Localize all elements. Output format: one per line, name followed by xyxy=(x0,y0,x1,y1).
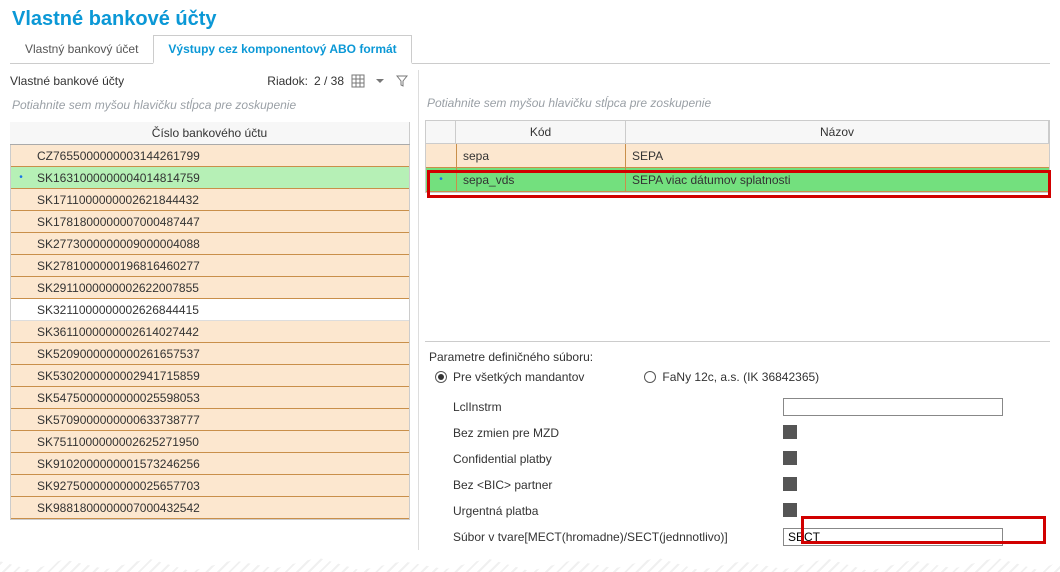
param-field: Bez zmien pre MZD xyxy=(429,420,1046,446)
table-row[interactable]: SK1711000000002621844432 xyxy=(11,189,409,211)
torn-edge xyxy=(0,554,1060,572)
table-row[interactable]: •SK1631000000004014814759 xyxy=(11,167,409,189)
left-panel-title: Vlastné bankové účty xyxy=(10,74,124,88)
param-field: Confidential platby xyxy=(429,446,1046,472)
grid-options-icon[interactable] xyxy=(350,73,366,89)
account-number-cell: SK1781800000007000487447 xyxy=(31,215,409,229)
account-number-cell: SK7511000000002625271950 xyxy=(31,435,409,449)
table-row[interactable]: SK9275000000000025657703 xyxy=(11,475,409,497)
param-field: Bez <BIC> partner xyxy=(429,472,1046,498)
field-label: LclInstrm xyxy=(453,400,783,414)
account-number-cell: SK9881800000007000432542 xyxy=(31,501,409,515)
page-title: Vlastné bankové účty xyxy=(12,8,1050,31)
param-field: LclInstrm xyxy=(429,394,1046,420)
nazov-cell: SEPA xyxy=(626,144,1049,167)
account-number-cell: SK5302000000002941715859 xyxy=(31,369,409,383)
account-number-cell: SK2911000000002622007855 xyxy=(31,281,409,295)
params-title: Parametre definičného súboru: xyxy=(429,350,1046,364)
table-row[interactable]: SK2911000000002622007855 xyxy=(11,277,409,299)
tab-own-account[interactable]: Vlastný bankový účet xyxy=(10,35,153,63)
account-number-cell: SK3211000000002626844415 xyxy=(31,303,409,317)
filter-icon[interactable] xyxy=(394,73,410,89)
row-counter-label: Riadok: xyxy=(267,74,308,88)
table-row[interactable]: SK3211000000002626844415 xyxy=(11,299,409,321)
table-row[interactable]: sepaSEPA xyxy=(426,144,1049,168)
table-row[interactable]: SK5709000000000633738777 xyxy=(11,409,409,431)
field-label: Bez zmien pre MZD xyxy=(453,426,783,440)
radio-label: FaNy 12c, a.s. (IK 36842365) xyxy=(662,370,819,384)
account-number-cell: SK2781000000196816460277 xyxy=(31,259,409,273)
table-row[interactable]: SK5302000000002941715859 xyxy=(11,365,409,387)
radio-icon xyxy=(435,371,447,383)
code-table: Kód Názov sepaSEPA•sepa_vdsSEPA viac dát… xyxy=(425,120,1050,193)
checkbox[interactable] xyxy=(783,451,797,465)
checkbox[interactable] xyxy=(783,477,797,491)
col-account-number[interactable]: Číslo bankového účtu xyxy=(10,122,410,144)
account-number-cell: SK5209000000000261657537 xyxy=(31,347,409,361)
nazov-cell: SEPA viac dátumov splatnosti xyxy=(626,168,1049,191)
accounts-list[interactable]: CZ7655000000003144261799•SK1631000000004… xyxy=(10,145,410,520)
radio-label: Pre všetkých mandantov xyxy=(453,370,584,384)
col-nazov[interactable]: Názov xyxy=(626,121,1049,143)
params-section: Parametre definičného súboru: Pre všetký… xyxy=(425,341,1050,550)
checkbox[interactable] xyxy=(783,503,797,517)
text-input[interactable] xyxy=(783,398,1003,416)
table-row[interactable]: SK2773000000009000004088 xyxy=(11,233,409,255)
table-row[interactable]: SK9102000000001573246256 xyxy=(11,453,409,475)
account-number-cell: CZ7655000000003144261799 xyxy=(31,149,409,163)
account-number-cell: SK3611000000002614027442 xyxy=(31,325,409,339)
kod-cell: sepa xyxy=(456,144,626,167)
radio-all-mandants[interactable]: Pre všetkých mandantov xyxy=(435,370,584,384)
tab-abo-outputs[interactable]: Výstupy cez komponentový ABO formát xyxy=(153,35,411,64)
field-label: Súbor v tvare[MECT(hromadne)/SECT(jednno… xyxy=(453,530,783,544)
tabs: Vlastný bankový účet Výstupy cez kompone… xyxy=(10,35,1050,64)
table-row[interactable]: CZ7655000000003144261799 xyxy=(11,145,409,167)
table-row[interactable]: SK2781000000196816460277 xyxy=(11,255,409,277)
dropdown-icon[interactable] xyxy=(372,73,388,89)
radio-fany[interactable]: FaNy 12c, a.s. (IK 36842365) xyxy=(644,370,819,384)
table-row[interactable]: SK1781800000007000487447 xyxy=(11,211,409,233)
table-row[interactable]: SK5475000000000025598053 xyxy=(11,387,409,409)
group-hint-right: Potiahnite sem myšou hlavičku stĺpca pre… xyxy=(425,90,1050,120)
table-row[interactable]: •sepa_vdsSEPA viac dátumov splatnosti xyxy=(426,168,1049,192)
table-row[interactable]: SK5209000000000261657537 xyxy=(11,343,409,365)
row-marker: • xyxy=(426,174,456,185)
left-column-headers: Číslo bankového účtu xyxy=(10,122,410,145)
param-field: Urgentná platba xyxy=(429,498,1046,524)
field-label: Confidential platby xyxy=(453,452,783,466)
sect-input[interactable] xyxy=(783,528,1003,546)
account-number-cell: SK5709000000000633738777 xyxy=(31,413,409,427)
account-number-cell: SK9102000000001573246256 xyxy=(31,457,409,471)
left-panel: Vlastné bankové účty Riadok: 2 / 38 Poti… xyxy=(10,70,410,550)
field-label: Urgentná platba xyxy=(453,504,783,518)
account-number-cell: SK9275000000000025657703 xyxy=(31,479,409,493)
radio-icon xyxy=(644,371,656,383)
account-number-cell: SK1631000000004014814759 xyxy=(31,171,409,185)
param-field: Súbor v tvare[MECT(hromadne)/SECT(jednno… xyxy=(429,524,1046,550)
right-panel: Potiahnite sem myšou hlavičku stĺpca pre… xyxy=(418,70,1050,550)
checkbox[interactable] xyxy=(783,425,797,439)
row-marker: • xyxy=(11,172,31,183)
group-hint-left: Potiahnite sem myšou hlavičku stĺpca pre… xyxy=(10,92,410,122)
account-number-cell: SK5475000000000025598053 xyxy=(31,391,409,405)
kod-cell: sepa_vds xyxy=(456,168,626,191)
table-row[interactable]: SK9881800000007000432542 xyxy=(11,497,409,519)
col-marker xyxy=(426,121,456,143)
table-row[interactable]: SK3611000000002614027442 xyxy=(11,321,409,343)
field-label: Bez <BIC> partner xyxy=(453,478,783,492)
table-row[interactable]: SK7511000000002625271950 xyxy=(11,431,409,453)
account-number-cell: SK2773000000009000004088 xyxy=(31,237,409,251)
col-kod[interactable]: Kód xyxy=(456,121,626,143)
row-counter: 2 / 38 xyxy=(314,74,344,88)
account-number-cell: SK1711000000002621844432 xyxy=(31,193,409,207)
